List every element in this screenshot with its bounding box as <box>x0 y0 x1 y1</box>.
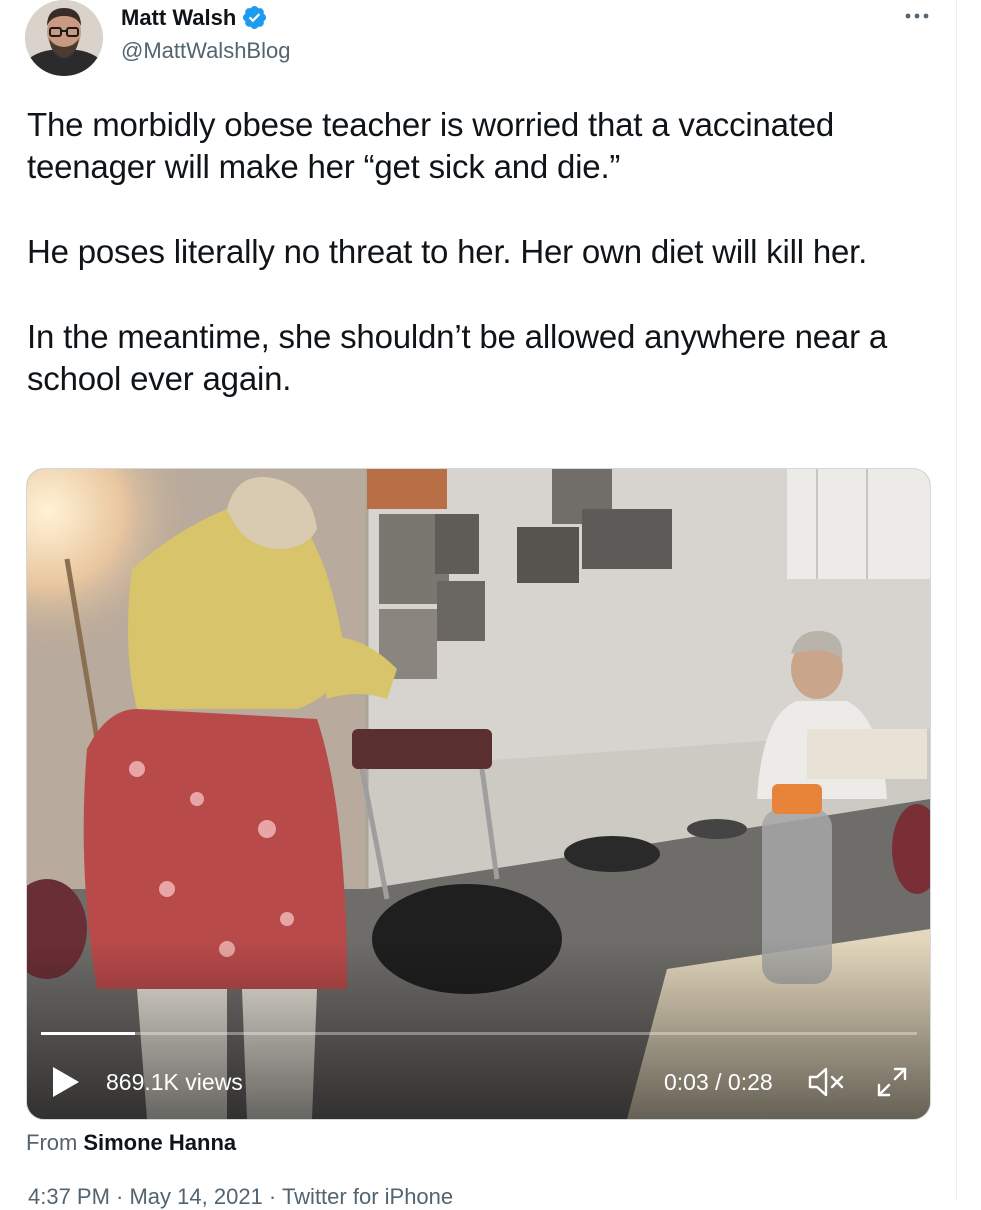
author-handle[interactable]: @MattWalshBlog <box>121 38 290 64</box>
author-name-row[interactable]: Matt Walsh <box>121 4 268 31</box>
more-options-icon <box>905 13 929 19</box>
attribution-source-link[interactable]: Simone Hanna <box>83 1130 236 1155</box>
view-count: 869.1K views <box>106 1069 243 1095</box>
tweet-paragraph: He poses literally no threat to her. Her… <box>27 233 868 270</box>
tweet-paragraph: The morbidly obese teacher is worried th… <box>27 106 835 185</box>
timeline-border <box>956 0 957 1200</box>
more-options-button[interactable] <box>900 2 934 30</box>
muted-speaker-icon[interactable] <box>807 1065 847 1099</box>
video-frame <box>27 469 930 1119</box>
media-attribution: From Simone Hanna <box>26 1130 236 1156</box>
tweet-text: The morbidly obese teacher is worried th… <box>27 104 927 443</box>
verified-badge-icon <box>243 5 267 30</box>
video-scrubber[interactable] <box>41 1032 917 1035</box>
fullscreen-icon[interactable] <box>875 1065 909 1099</box>
video-progress-bar <box>41 1032 135 1035</box>
author-display-name[interactable]: Matt Walsh <box>121 5 236 31</box>
tweet-meta-line[interactable]: 4:37 PM · May 14, 2021 · Twitter for iPh… <box>28 1184 453 1210</box>
author-avatar[interactable] <box>25 0 103 76</box>
avatar-photo <box>25 0 103 76</box>
play-icon[interactable] <box>51 1065 81 1099</box>
tweet-paragraph: In the meantime, she shouldn’t be allowe… <box>27 318 887 397</box>
video-timestamp: 0:03 / 0:28 <box>664 1069 773 1095</box>
video-player[interactable]: 869.1K views 0:03 / 0:28 <box>26 468 931 1120</box>
attribution-prefix: From <box>26 1130 78 1155</box>
